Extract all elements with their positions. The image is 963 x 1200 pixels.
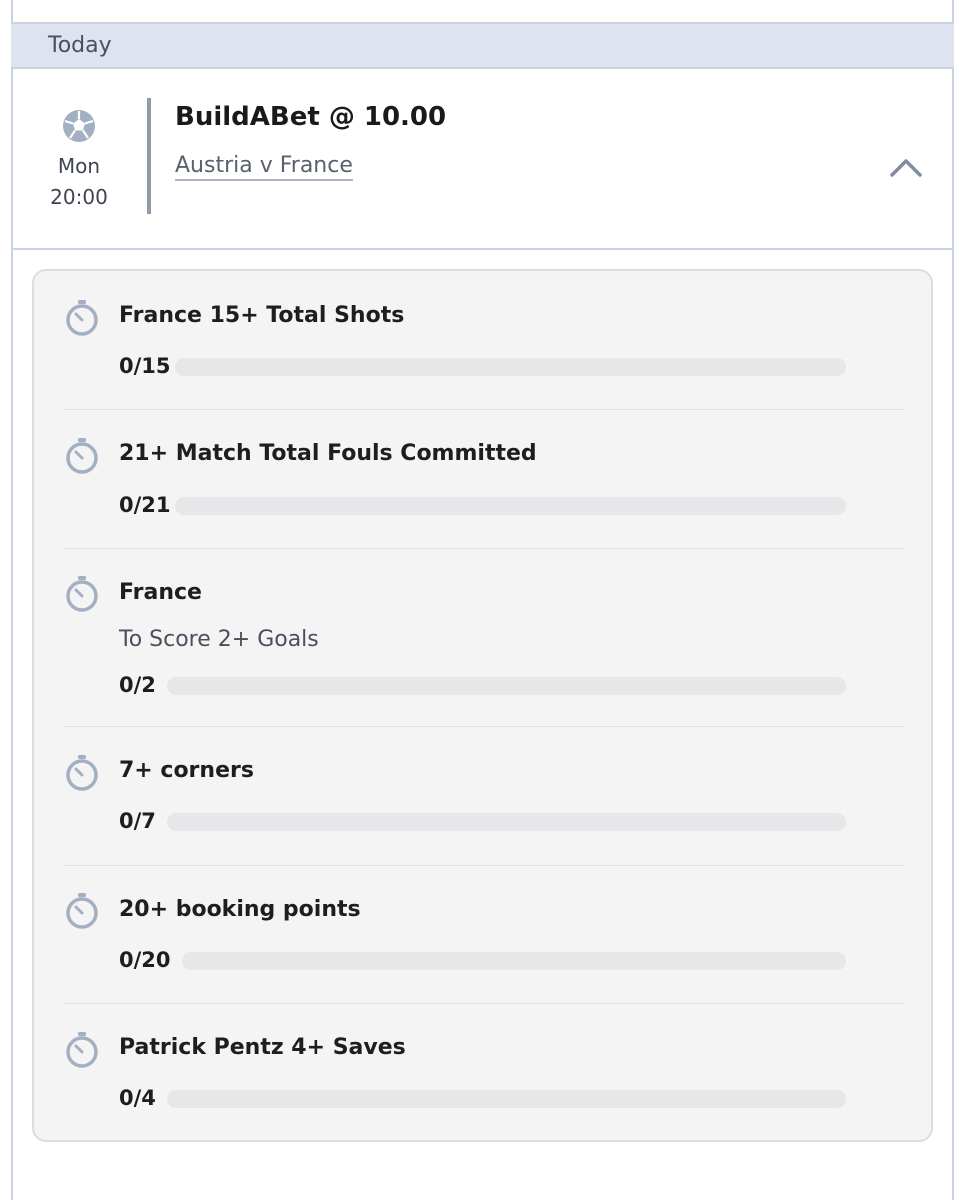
bet-event-row[interactable]: Mon 20:00 BuildABet @ 10.00 Austria v Fr… — [11, 69, 954, 250]
leg-progress-bar — [175, 497, 846, 515]
leg-title: 20+ booking points — [119, 897, 361, 922]
leg-progress-bar — [167, 813, 846, 831]
leg-title: France — [119, 580, 202, 605]
leg-progress-text: 0/4 — [119, 1086, 156, 1110]
stopwatch-icon — [66, 755, 98, 791]
stopwatch-icon — [66, 438, 98, 474]
match-link[interactable]: Austria v France — [175, 153, 353, 181]
stopwatch-icon — [66, 1032, 98, 1068]
leg-progress-bar — [182, 952, 846, 970]
football-icon — [63, 110, 95, 142]
divider — [63, 865, 903, 866]
stopwatch-icon — [66, 576, 98, 612]
bet-title: BuildABet @ 10.00 — [175, 102, 447, 132]
leg-title: 21+ Match Total Fouls Committed — [119, 441, 537, 466]
divider — [63, 409, 903, 410]
event-time: 20:00 — [50, 185, 108, 209]
bet-legs-card: France 15+ Total Shots 0/15 21+ Match To… — [32, 269, 933, 1142]
leg-progress-bar — [167, 677, 846, 695]
leg-title: France 15+ Total Shots — [119, 303, 405, 328]
stopwatch-icon — [66, 893, 98, 929]
leg-title: 7+ corners — [119, 758, 254, 783]
leg-progress-bar — [167, 1090, 846, 1108]
leg-progress-text: 0/20 — [119, 948, 171, 972]
divider — [63, 1003, 903, 1004]
leg-progress-text: 0/2 — [119, 673, 156, 697]
leg-progress-bar — [175, 358, 846, 376]
leg-progress-text: 0/15 — [119, 354, 171, 378]
leg-progress-text: 0/7 — [119, 809, 156, 833]
accent-bar — [147, 98, 151, 214]
divider — [63, 726, 903, 727]
date-label: Today — [48, 33, 112, 58]
leg-title: Patrick Pentz 4+ Saves — [119, 1035, 406, 1060]
stopwatch-icon — [66, 300, 98, 336]
event-day: Mon — [57, 154, 101, 178]
chevron-up-icon[interactable] — [889, 155, 923, 179]
leg-progress-text: 0/21 — [119, 493, 171, 517]
leg-subtitle: To Score 2+ Goals — [119, 627, 319, 652]
divider — [63, 548, 903, 549]
date-header: Today — [11, 22, 954, 69]
